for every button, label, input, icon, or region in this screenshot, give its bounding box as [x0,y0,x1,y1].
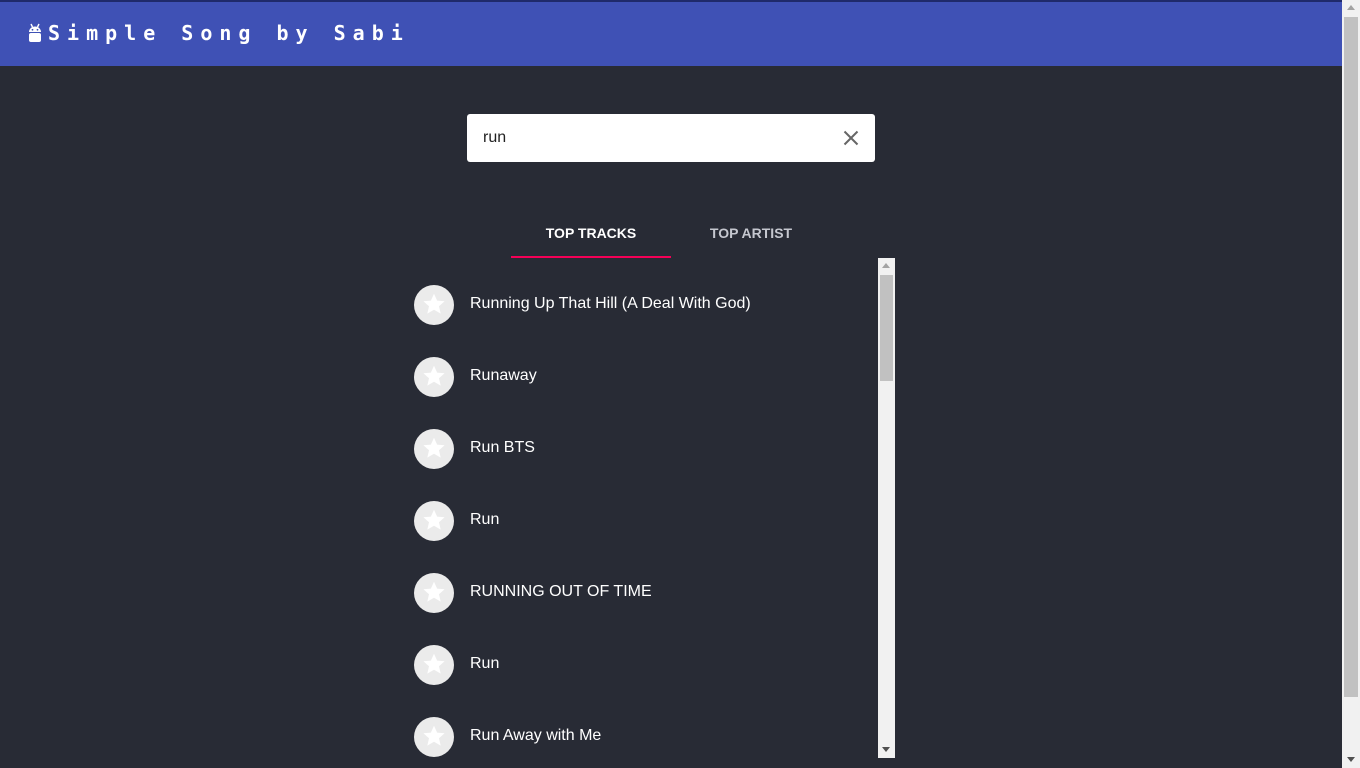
scroll-down-arrow-icon[interactable] [882,747,890,752]
app-header: Simple Song by Sabi [0,0,1342,66]
tab-top-tracks[interactable]: TOP TRACKS [511,212,671,258]
star-icon [423,653,445,674]
app-title: Simple Song by Sabi [48,21,410,45]
app: Simple Song by Sabi TOP TRACKS TOP ARTIS… [0,0,1342,768]
track-title: Runaway [470,367,537,384]
track-avatar [414,645,454,685]
scroll-up-arrow-icon[interactable] [1347,5,1355,10]
android-icon [29,23,41,42]
star-icon [423,509,445,530]
star-icon [423,725,445,746]
scroll-down-arrow-icon[interactable] [1347,757,1355,762]
track-avatar [414,429,454,469]
search-box [467,114,875,162]
track-list-scrollbar[interactable] [878,258,895,758]
scroll-up-arrow-icon[interactable] [882,263,890,268]
track-avatar [414,717,454,757]
track-item[interactable]: Running Up That Hill (A Deal With God) [400,258,878,330]
track-avatar [414,573,454,613]
scrollbar-thumb[interactable] [880,275,893,381]
track-avatar [414,501,454,541]
track-item[interactable]: Run [400,618,878,690]
track-item[interactable]: Run Away with Me [400,690,878,758]
track-list: Running Up That Hill (A Deal With God) R… [400,258,878,758]
track-title: Running Up That Hill (A Deal With God) [470,295,751,312]
track-item[interactable]: RUNNING OUT OF TIME [400,546,878,618]
page-scrollbar[interactable] [1342,0,1360,768]
scrollbar-thumb[interactable] [1344,17,1358,697]
track-title: RUNNING OUT OF TIME [470,583,652,600]
star-icon [423,293,445,314]
track-title: Run [470,511,500,528]
track-item[interactable]: Run [400,474,878,546]
track-item[interactable]: Runaway [400,330,878,402]
track-list-viewport: Running Up That Hill (A Deal With God) R… [400,258,895,758]
tab-bar: TOP TRACKS TOP ARTIST [511,212,831,258]
track-title: Run Away with Me [470,727,602,744]
track-title: Run [470,655,500,672]
track-avatar [414,285,454,325]
tab-top-artist[interactable]: TOP ARTIST [671,212,831,258]
star-icon [423,437,445,458]
track-title: Run BTS [470,439,535,456]
star-icon [423,581,445,602]
star-icon [423,365,445,386]
search-input[interactable] [483,127,823,149]
track-avatar [414,357,454,397]
close-icon[interactable] [839,126,863,150]
track-item[interactable]: Run BTS [400,402,878,474]
